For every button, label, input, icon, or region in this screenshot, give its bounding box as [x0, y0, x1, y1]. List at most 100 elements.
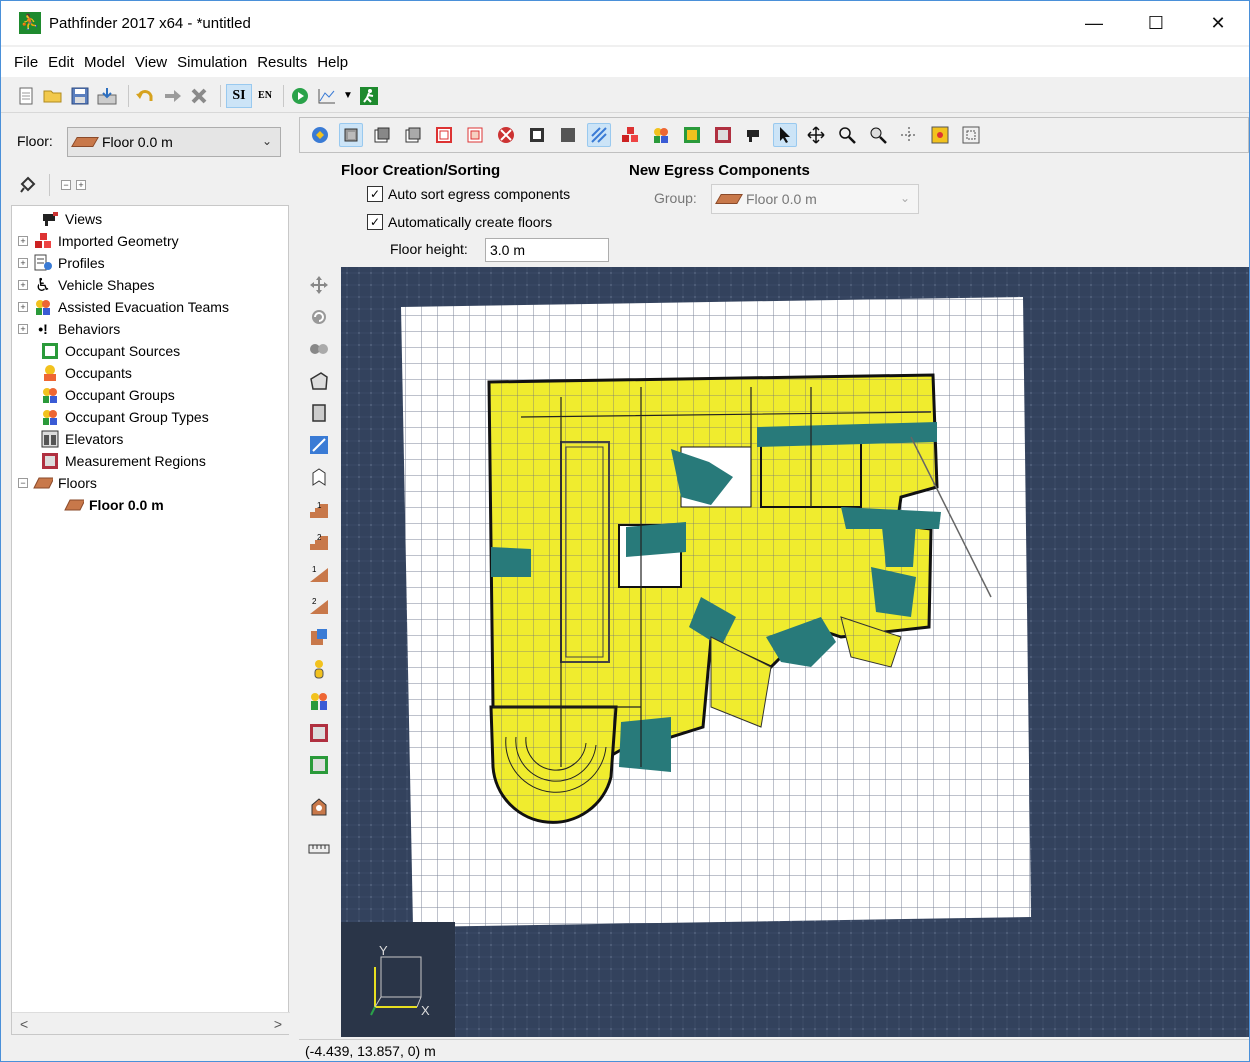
expand-icon[interactable]: + [18, 324, 28, 334]
show-imported-geometry-icon[interactable] [587, 123, 611, 147]
new-file-icon[interactable] [15, 85, 37, 107]
door-tool-icon[interactable] [307, 625, 331, 649]
run-simulation-icon[interactable] [289, 85, 311, 107]
floor-height-input[interactable]: 3.0 m [485, 238, 609, 262]
source-tool-icon[interactable] [307, 753, 331, 777]
center-icon[interactable] [897, 123, 921, 147]
show-geometry-red-icon[interactable] [618, 123, 642, 147]
scroll-right-icon[interactable]: > [274, 1016, 282, 1032]
view-perspective-icon[interactable] [463, 123, 487, 147]
close-button[interactable]: ✕ [1187, 1, 1249, 45]
svg-text:2: 2 [317, 533, 322, 542]
collapse-all-icon[interactable]: − [61, 180, 71, 190]
redo-icon[interactable] [161, 85, 183, 107]
tree-item-imported-geometry[interactable]: + Imported Geometry [18, 230, 179, 252]
render-shaded-icon[interactable] [556, 123, 580, 147]
maximize-button[interactable]: ☐ [1125, 1, 1187, 45]
ramp-tool-2-icon[interactable]: 2 [307, 593, 331, 617]
move-tool-icon[interactable] [307, 273, 331, 297]
tree-item-assisted-evacuation-teams[interactable]: + Assisted Evacuation Teams [18, 296, 229, 318]
expand-all-icon[interactable]: + [76, 180, 86, 190]
menu-view[interactable]: View [130, 54, 172, 71]
stair-tool-2-icon[interactable]: 2 [307, 529, 331, 553]
open-folder-icon[interactable] [42, 85, 64, 107]
wall-tool-icon[interactable] [307, 465, 331, 489]
stair-tool-icon[interactable]: 1 [307, 497, 331, 521]
measure-tool-icon[interactable] [307, 837, 331, 861]
tree-item-occupant-sources[interactable]: Occupant Sources [40, 340, 180, 362]
menu-model[interactable]: Model [79, 54, 130, 71]
occupant-group-tool-icon[interactable] [307, 689, 331, 713]
show-regions-icon[interactable] [711, 123, 735, 147]
menu-results[interactable]: Results [252, 54, 312, 71]
show-views-icon[interactable] [742, 123, 766, 147]
3d-viewport[interactable]: Y X [341, 267, 1249, 1037]
auto-sort-checkbox[interactable]: ✓ [367, 186, 383, 202]
tree-item-behaviors[interactable]: + •! Behaviors [18, 318, 120, 340]
rectangle-room-icon[interactable] [307, 401, 331, 425]
zoom-box-icon[interactable] [866, 123, 890, 147]
render-solid-icon[interactable] [525, 123, 549, 147]
dropdown-arrow-icon[interactable]: ▼ [343, 85, 353, 107]
zoom-selected-icon[interactable] [959, 123, 983, 147]
tree-item-elevators[interactable]: Elevators [40, 428, 123, 450]
show-sources-icon[interactable] [680, 123, 704, 147]
collapse-icon[interactable]: − [18, 478, 28, 488]
expand-icon[interactable]: + [18, 280, 28, 290]
horizontal-scrollbar[interactable]: < > [12, 1012, 290, 1034]
tree-item-vehicle-shapes[interactable]: + ♿ Vehicle Shapes [18, 274, 155, 296]
tree-item-label: Floor 0.0 m [89, 497, 164, 513]
pan-tool-icon[interactable] [804, 123, 828, 147]
ramp-tool-icon[interactable]: 1 [307, 561, 331, 585]
menu-edit[interactable]: Edit [43, 54, 79, 71]
rotate-tool-icon[interactable] [307, 305, 331, 329]
zoom-extents-icon[interactable] [928, 123, 952, 147]
tree-item-views[interactable]: Views [40, 208, 102, 230]
reset-view-icon[interactable] [308, 123, 332, 147]
tree-item-occupant-group-types[interactable]: Occupant Group Types [40, 406, 209, 428]
occupant-tool-icon[interactable] [307, 657, 331, 681]
minimize-button[interactable]: — [1063, 1, 1125, 45]
import-icon[interactable] [96, 85, 118, 107]
tree-item-floor-0[interactable]: Floor 0.0 m [64, 494, 164, 516]
scroll-left-icon[interactable]: < [20, 1016, 28, 1032]
undo-icon[interactable] [134, 85, 156, 107]
view-top-icon[interactable] [339, 123, 363, 147]
view-front-icon[interactable] [370, 123, 394, 147]
menu-simulation[interactable]: Simulation [172, 54, 252, 71]
tree-item-profiles[interactable]: + Profiles [18, 252, 105, 274]
tree-item-floors[interactable]: − Floors [18, 472, 97, 494]
auto-create-checkbox[interactable]: ✓ [367, 214, 383, 230]
si-units-button[interactable]: SI [226, 83, 252, 108]
mirror-tool-icon[interactable] [307, 337, 331, 361]
filter-icon[interactable] [17, 174, 39, 196]
expand-icon[interactable]: + [18, 236, 28, 246]
show-occupants-icon[interactable] [649, 123, 673, 147]
auto-sort-checkbox-row[interactable]: ✓ Auto sort egress components [367, 186, 570, 202]
view-iso-icon[interactable] [432, 123, 456, 147]
select-tool-icon[interactable] [773, 123, 797, 147]
delete-icon[interactable] [188, 85, 210, 107]
auto-create-checkbox-row[interactable]: ✓ Automatically create floors [367, 214, 552, 230]
menu-file[interactable]: File [9, 54, 43, 71]
expand-icon[interactable]: + [18, 302, 28, 312]
show-geometry-icon[interactable] [494, 123, 518, 147]
save-icon[interactable] [69, 85, 91, 107]
tree-item-label: Occupant Groups [65, 387, 175, 403]
tree-item-occupant-groups[interactable]: Occupant Groups [40, 384, 175, 406]
extract-room-icon[interactable] [307, 433, 331, 457]
zoom-tool-icon[interactable] [835, 123, 859, 147]
run-results-icon[interactable] [358, 85, 380, 107]
tree-item-measurement-regions[interactable]: Measurement Regions [40, 450, 206, 472]
floor-dropdown[interactable]: Floor 0.0 m ⌄ [67, 127, 281, 157]
polygon-room-icon[interactable] [307, 369, 331, 393]
measurement-region-tool-icon[interactable] [307, 721, 331, 745]
view-side-icon[interactable] [401, 123, 425, 147]
expand-icon[interactable]: + [18, 258, 28, 268]
tree-item-occupants[interactable]: Occupants [40, 362, 132, 384]
elevator-tool-icon[interactable] [307, 795, 331, 819]
results-chart-icon[interactable] [316, 85, 338, 107]
menu-help[interactable]: Help [312, 54, 353, 71]
en-units-button[interactable]: EN [252, 84, 278, 108]
group-dropdown[interactable]: Floor 0.0 m ⌄ [711, 184, 919, 214]
